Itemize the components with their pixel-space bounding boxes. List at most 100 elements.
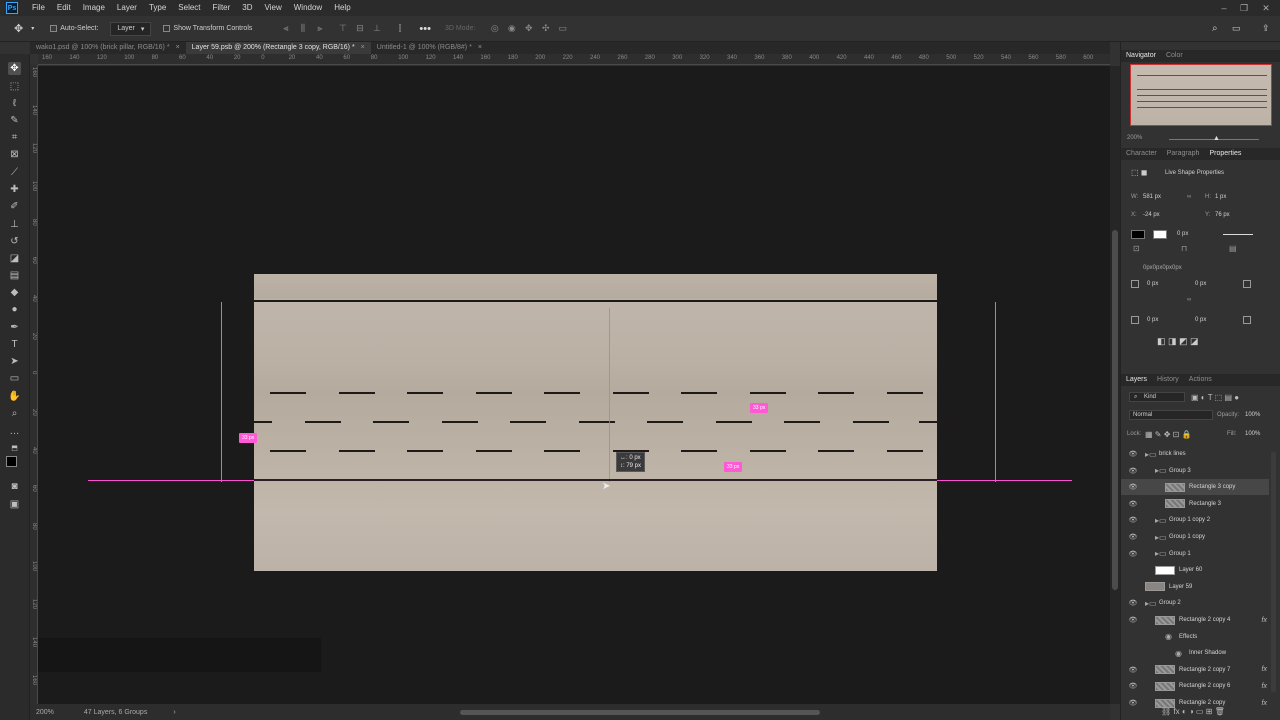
- layer-row[interactable]: ◉ Effects: [1121, 629, 1269, 645]
- distribute-icon[interactable]: ⫿: [394, 24, 405, 33]
- quick-select-tool-icon[interactable]: ✎: [8, 114, 21, 127]
- tab-history[interactable]: History: [1152, 374, 1184, 386]
- marquee-tool-icon[interactable]: ⬚: [8, 80, 21, 93]
- zoom-slider-thumb[interactable]: ▲: [1213, 135, 1220, 142]
- corner-br-field[interactable]: 0 px: [1195, 317, 1206, 323]
- rectangle-tool-icon[interactable]: ▭: [8, 372, 21, 385]
- eyedropper-tool-icon[interactable]: ⟋: [8, 166, 21, 179]
- menu-file[interactable]: File: [26, 0, 51, 16]
- 3d-roll-icon[interactable]: ◉: [506, 24, 517, 33]
- corner-link-icon[interactable]: ∞: [1187, 297, 1191, 303]
- corner-tl-field[interactable]: 0 px: [1147, 281, 1158, 287]
- layers-scrollbar[interactable]: [1271, 452, 1276, 692]
- tab-layer59[interactable]: Layer 59.psb @ 200% (Rectangle 3 copy, R…: [185, 42, 371, 54]
- corner-radius-text[interactable]: 0px0px0px0px: [1143, 265, 1182, 271]
- stroke-type-dropdown[interactable]: [1223, 234, 1253, 235]
- pen-tool-icon[interactable]: ✒: [8, 321, 21, 334]
- stroke-options-icon[interactable]: ⊓: [1181, 244, 1187, 253]
- navigator-zoom[interactable]: 200%: [1127, 135, 1142, 141]
- tab-character[interactable]: Character: [1121, 148, 1162, 160]
- guide-vertical-left[interactable]: [221, 302, 222, 482]
- vertical-scrollbar[interactable]: [1112, 230, 1118, 590]
- tab-properties[interactable]: Properties: [1204, 148, 1246, 160]
- visibility-eye-icon[interactable]: 👁: [1127, 666, 1139, 674]
- crop-tool-icon[interactable]: ⌗: [8, 131, 21, 144]
- zoom-tool-icon[interactable]: ⌕: [8, 407, 21, 420]
- menu-layer[interactable]: Layer: [111, 0, 143, 16]
- type-tool-icon[interactable]: T: [8, 338, 21, 351]
- path-select-tool-icon[interactable]: ➤: [8, 355, 21, 368]
- layer-row[interactable]: 👁 Rectangle 3: [1121, 496, 1269, 512]
- height-field[interactable]: 1 px: [1215, 194, 1226, 200]
- visibility-eye-icon[interactable]: 👁: [1127, 599, 1139, 607]
- visibility-eye-icon[interactable]: 👁: [1127, 450, 1139, 458]
- 3d-pan-icon[interactable]: ✥: [523, 24, 534, 33]
- menu-view[interactable]: View: [259, 0, 288, 16]
- tab-untitled1[interactable]: Untitled-1 @ 100% (RGB/8#) * ×: [371, 42, 488, 54]
- gradient-tool-icon[interactable]: ▤: [8, 269, 21, 282]
- link-icon[interactable]: ∞: [1187, 194, 1191, 200]
- layer-row[interactable]: 👁 ▸▭ Group 1 copy 2: [1121, 512, 1269, 528]
- fx-icon[interactable]: fx: [1262, 666, 1267, 673]
- layer-row[interactable]: 👁 ▸▭ Group 2: [1121, 595, 1269, 611]
- blend-mode-dropdown[interactable]: Normal: [1129, 410, 1213, 420]
- visibility-eye-icon[interactable]: 👁: [1127, 533, 1139, 541]
- photoshop-logo-icon[interactable]: Ps: [6, 2, 18, 14]
- pathfinder-icons[interactable]: ◧ ◨ ◩ ◪: [1157, 336, 1199, 347]
- layer-row[interactable]: 👁 Rectangle 2 copy 4 fx: [1121, 612, 1269, 628]
- align-center-icon[interactable]: ⫼: [297, 24, 308, 33]
- horizontal-scrollbar[interactable]: [460, 710, 820, 715]
- auto-select-checkbox[interactable]: Auto-Select:: [50, 25, 98, 32]
- healing-brush-tool-icon[interactable]: ✚: [8, 183, 21, 196]
- x-field[interactable]: -24 px: [1143, 212, 1160, 218]
- guide-vertical-right[interactable]: [995, 302, 996, 482]
- move-tool-icon[interactable]: ✥: [8, 62, 21, 75]
- share-icon[interactable]: ⇪: [1262, 23, 1270, 34]
- visibility-eye-icon[interactable]: 👁: [1127, 500, 1139, 508]
- visibility-eye-icon[interactable]: 👁: [1127, 467, 1139, 475]
- foreground-color-swatch[interactable]: [6, 456, 17, 467]
- selected-line-shape[interactable]: [254, 479, 937, 481]
- kind-filter[interactable]: ⌕ Kind: [1129, 392, 1185, 402]
- align-left-icon[interactable]: ⫷: [280, 24, 291, 33]
- visibility-eye-icon[interactable]: 👁: [1127, 516, 1139, 524]
- frame-tool-icon[interactable]: ⊠: [8, 148, 21, 161]
- dodge-tool-icon[interactable]: ●: [8, 303, 21, 316]
- align-top-icon[interactable]: ⊤: [337, 24, 348, 33]
- ruler-top[interactable]: 160 140 120 100 80 60 40 20 0 20 40 60 80 100 120 140 16…: [38, 54, 1110, 65]
- tool-preset-chevron-icon[interactable]: ▾: [31, 25, 34, 32]
- layer-row[interactable]: 👁 Rectangle 3 copy: [1121, 479, 1269, 496]
- fill-swatch[interactable]: [1131, 230, 1145, 239]
- corner-bl-field[interactable]: 0 px: [1147, 317, 1158, 323]
- menu-filter[interactable]: Filter: [207, 0, 237, 16]
- menu-image[interactable]: Image: [77, 0, 111, 16]
- close-tab-icon[interactable]: ×: [176, 42, 180, 54]
- layer-row[interactable]: Layer 59: [1121, 579, 1269, 595]
- more-options-icon[interactable]: •••: [419, 23, 431, 35]
- screen-mode-icon[interactable]: ▣: [8, 498, 21, 511]
- layer-row[interactable]: 👁 ▸▭ Group 1: [1121, 546, 1269, 562]
- y-field[interactable]: 76 px: [1215, 212, 1230, 218]
- corner-tr-field[interactable]: 0 px: [1195, 281, 1206, 287]
- layer-row[interactable]: ◉ Inner Shadow: [1121, 645, 1269, 661]
- more-tools-icon[interactable]: …: [8, 425, 21, 438]
- 3d-orbit-icon[interactable]: ◎: [489, 24, 500, 33]
- width-field[interactable]: 581 px: [1143, 194, 1161, 200]
- minimize-icon[interactable]: –: [1214, 0, 1234, 16]
- visibility-eye-icon[interactable]: 👁: [1127, 699, 1139, 707]
- ruler-left[interactable]: 160 140 120 100 80 60 40 20 0 20 40 60 80 100 120 140 16…: [30, 65, 38, 705]
- blur-tool-icon[interactable]: ◆: [8, 286, 21, 299]
- close-icon[interactable]: ✕: [1256, 0, 1276, 16]
- tab-color[interactable]: Color: [1161, 50, 1188, 62]
- layer-row[interactable]: 👁 ▸▭ brick lines: [1121, 446, 1269, 462]
- menu-type[interactable]: Type: [143, 0, 172, 16]
- menu-help[interactable]: Help: [328, 0, 356, 16]
- layer-row[interactable]: 👁 ▸▭ Group 1 copy: [1121, 529, 1269, 545]
- 3d-slide-icon[interactable]: ✣: [540, 24, 551, 33]
- stroke-swatch[interactable]: [1153, 230, 1167, 239]
- visibility-eye-icon[interactable]: 👁: [1127, 550, 1139, 558]
- tab-paragraph[interactable]: Paragraph: [1162, 148, 1205, 160]
- fx-icon[interactable]: fx: [1262, 617, 1267, 624]
- move-tool-icon[interactable]: ✥: [14, 22, 23, 35]
- transform-controls-checkbox[interactable]: Show Transform Controls: [163, 25, 252, 32]
